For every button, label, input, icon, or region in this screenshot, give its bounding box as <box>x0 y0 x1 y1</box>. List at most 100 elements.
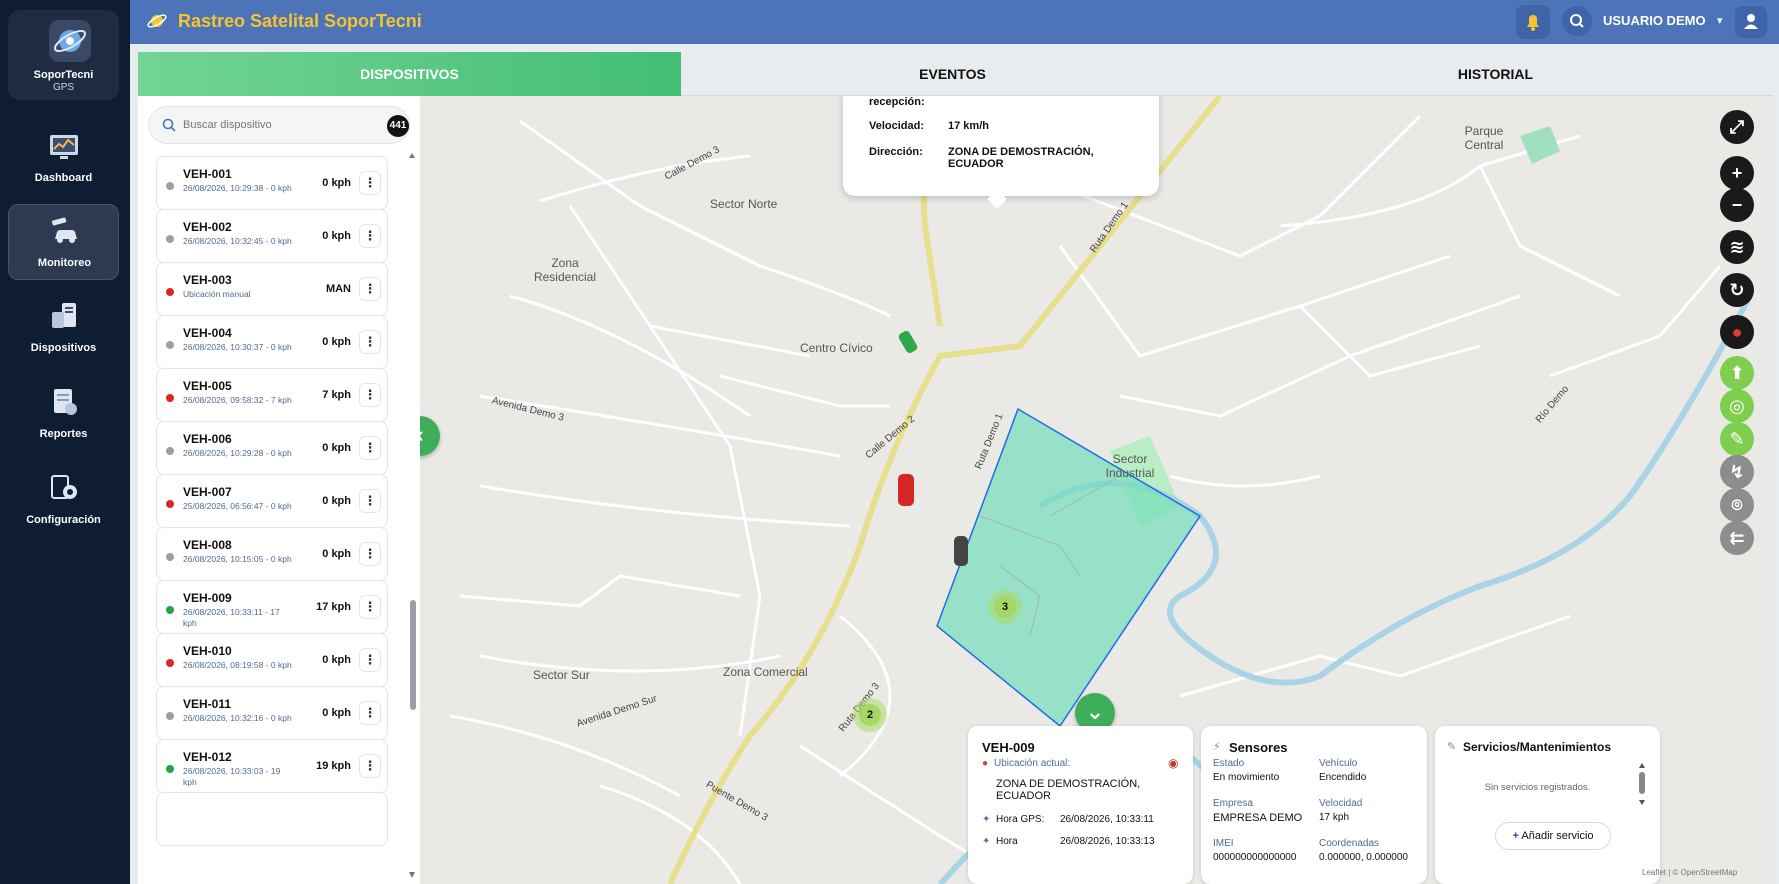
device-name: VEH-009 <box>183 591 232 605</box>
popup-direction-label: Dirección: <box>869 146 923 158</box>
time-value: 26/08/2026, 10:33:13 <box>1060 836 1155 847</box>
device-item[interactable]: VEH-003 Ubicación manual MAN ⋮ <box>156 262 388 316</box>
kebab-menu-icon[interactable]: ⋮ <box>359 754 381 778</box>
search-icon <box>1570 14 1584 28</box>
tab-historial[interactable]: HISTORIAL <box>1224 52 1767 96</box>
kebab-menu-icon[interactable]: ⋮ <box>359 383 381 407</box>
device-item[interactable]: VEH-012 26/08/2026, 10:33:03 - 19 kph 19… <box>156 739 388 793</box>
nav-dashboard-label: Dashboard <box>34 172 93 184</box>
back-button[interactable]: ⇇ <box>1720 521 1754 555</box>
device-item[interactable]: VEH-004 26/08/2026, 10:30:37 - 0 kph 0 k… <box>156 315 388 369</box>
status-dot <box>166 553 174 561</box>
velocidad-label: Velocidad <box>1319 798 1363 809</box>
nav-reportes-label: Reportes <box>39 428 88 440</box>
device-last-report: 26/08/2026, 10:29:28 - 0 kph <box>183 448 292 458</box>
device-name: VEH-008 <box>183 538 232 552</box>
device-last-report: 26/08/2026, 10:33:03 - 19 kph <box>183 766 281 787</box>
layers-button[interactable]: ≋ <box>1720 230 1754 264</box>
back-arrow-icon: ⇇ <box>1729 528 1745 548</box>
device-item[interactable] <box>156 792 388 846</box>
device-speed: 0 kph <box>322 654 351 666</box>
add-service-button[interactable]: + Añadir servicio <box>1495 822 1611 850</box>
nav-dispositivos[interactable]: Dispositivos <box>8 290 119 366</box>
route-icon: ↯ <box>1729 462 1745 482</box>
kebab-menu-icon[interactable]: ⋮ <box>359 277 381 301</box>
velocidad-value: 17 kph <box>1319 812 1350 823</box>
nav-reportes[interactable]: Reportes <box>8 376 119 452</box>
device-item[interactable]: VEH-007 25/08/2026, 06:56:47 - 0 kph 0 k… <box>156 474 388 528</box>
map-pin-icon: ● <box>1731 322 1743 342</box>
vehiculo-label: Vehículo <box>1319 758 1358 769</box>
zoom-in-button[interactable]: + <box>1720 156 1754 190</box>
device-name: VEH-001 <box>183 167 232 181</box>
device-item[interactable]: VEH-006 26/08/2026, 10:29:28 - 0 kph 0 k… <box>156 421 388 475</box>
device-last-report: 25/08/2026, 06:56:47 - 0 kph <box>183 501 292 511</box>
device-item[interactable]: VEH-005 26/08/2026, 09:58:32 - 7 kph 7 k… <box>156 368 388 422</box>
popup-speed-label: Velocidad: <box>869 120 925 132</box>
draw-button[interactable]: ✎ <box>1720 422 1754 456</box>
top-header: Rastreo Satelital SoporTecni USUARIO DEM… <box>130 0 1779 44</box>
map-area-label: Zona Residencial <box>533 256 597 284</box>
status-dot <box>166 394 174 402</box>
device-search-input[interactable] <box>183 115 363 135</box>
nav-configuracion[interactable]: Configuración <box>8 462 119 538</box>
location-value: ZONA DE DEMOSTRACIÓN, ECUADOR <box>996 778 1141 802</box>
refresh-button[interactable]: ↻ <box>1720 273 1754 307</box>
popup-speed-value: 17 km/h <box>948 120 989 132</box>
route-button[interactable]: ↯ <box>1720 455 1754 489</box>
kebab-menu-icon[interactable]: ⋮ <box>359 224 381 248</box>
notifications-button[interactable] <box>1516 5 1550 39</box>
device-last-report: 26/08/2026, 09:58:32 - 7 kph <box>183 395 292 405</box>
pin-button[interactable]: ● <box>1720 315 1754 349</box>
device-item[interactable]: VEH-008 26/08/2026, 10:15:05 - 0 kph 0 k… <box>156 527 388 581</box>
location-button[interactable]: ⌾ <box>1720 488 1754 522</box>
kebab-menu-icon[interactable]: ⋮ <box>359 648 381 672</box>
kebab-menu-icon[interactable]: ⋮ <box>359 330 381 354</box>
kebab-menu-icon[interactable]: ⋮ <box>359 171 381 195</box>
global-search-button[interactable] <box>1562 6 1592 36</box>
device-speed: 0 kph <box>322 230 351 242</box>
chevron-down-icon[interactable]: ▾ <box>1717 14 1723 27</box>
reports-icon <box>48 386 80 418</box>
kebab-menu-icon[interactable]: ⋮ <box>359 542 381 566</box>
fullscreen-button[interactable]: ⤢ <box>1720 110 1754 144</box>
kebab-menu-icon[interactable]: ⋮ <box>359 489 381 513</box>
nav-monitoreo[interactable]: Monitoreo <box>8 204 119 280</box>
brand-logo-card[interactable]: SoporTecni GPS <box>8 10 119 100</box>
marker-cluster[interactable]: 3 <box>988 590 1022 624</box>
marker-cluster[interactable]: 2 <box>853 698 887 732</box>
device-item[interactable]: VEH-009 26/08/2026, 10:33:11 - 17 kph 17… <box>156 580 388 634</box>
device-item[interactable]: VEH-011 26/08/2026, 10:32:16 - 0 kph 0 k… <box>156 686 388 740</box>
eye-icon[interactable]: ◉ <box>1168 756 1178 770</box>
avatar[interactable] <box>1735 6 1767 38</box>
kebab-menu-icon[interactable]: ⋮ <box>359 701 381 725</box>
nav-dashboard[interactable]: Dashboard <box>8 120 119 196</box>
status-dot <box>166 447 174 455</box>
device-list: VEH-001 26/08/2026, 10:29:38 - 0 kph 0 k… <box>156 156 388 884</box>
tab-eventos[interactable]: EVENTOS <box>681 52 1224 96</box>
device-item[interactable]: VEH-002 26/08/2026, 10:32:45 - 0 kph 0 k… <box>156 209 388 263</box>
services-scrollbar[interactable] <box>1638 762 1645 806</box>
empresa-value: EMPRESA DEMO <box>1213 812 1303 824</box>
upload-button[interactable]: ⬆ <box>1720 356 1754 390</box>
device-item[interactable]: VEH-010 26/08/2026, 08:19:58 - 0 kph 0 k… <box>156 633 388 687</box>
device-speed: MAN <box>325 283 351 295</box>
kebab-menu-icon[interactable]: ⋮ <box>359 436 381 460</box>
device-list-scrollbar[interactable] <box>408 152 415 880</box>
zoom-out-button[interactable]: − <box>1720 188 1754 222</box>
user-menu[interactable]: USUARIO DEMO <box>1603 13 1706 28</box>
device-name: VEH-010 <box>183 644 232 658</box>
tab-dispositivos[interactable]: DISPOSITIVOS <box>138 52 681 96</box>
sidebar: SoporTecni GPS Dashboard Monitoreo Dispo… <box>0 0 130 884</box>
map-attribution[interactable]: Leaflet | © OpenStreetMap <box>1642 868 1737 877</box>
scroll-thumb[interactable] <box>410 600 416 710</box>
geofence-button[interactable]: ◎ <box>1720 389 1754 423</box>
kebab-menu-icon[interactable]: ⋮ <box>359 595 381 619</box>
location-icon: ⌾ <box>1731 495 1743 515</box>
expand-icon: ⤢ <box>1729 117 1745 137</box>
device-last-report: 26/08/2026, 10:32:16 - 0 kph <box>183 713 292 723</box>
car-tracking-icon <box>49 215 81 247</box>
map-view[interactable]: Sector Norte Zona Residencial Centro Cív… <box>420 96 1773 884</box>
arrow-up-icon: ⬆ <box>1729 363 1745 383</box>
device-item[interactable]: VEH-001 26/08/2026, 10:29:38 - 0 kph 0 k… <box>156 156 388 210</box>
